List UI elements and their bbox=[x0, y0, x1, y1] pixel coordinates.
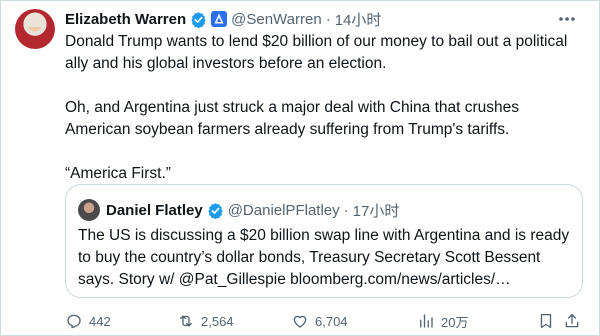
like-button[interactable]: 6,704 bbox=[291, 311, 348, 331]
views-icon bbox=[420, 314, 433, 328]
quote-line: The US is discussing a $20 billion swap … bbox=[78, 227, 570, 244]
reply-icon bbox=[67, 314, 81, 329]
retweet-count: 2,564 bbox=[201, 313, 234, 329]
quote-separator: · bbox=[343, 201, 349, 219]
tweet-line: American soybean farmers already sufferi… bbox=[65, 121, 510, 138]
quote-line: says. Story w/ @Pat_Gillespie bloomberg.… bbox=[78, 271, 511, 288]
views-button[interactable]: 20万 bbox=[417, 311, 468, 331]
views-count: 20万 bbox=[441, 314, 469, 330]
bookmark-icon bbox=[540, 313, 552, 329]
more-icon[interactable] bbox=[557, 11, 577, 27]
tweet-line: Oh, and Argentina just struck a major de… bbox=[65, 99, 520, 116]
like-count: 6,704 bbox=[315, 313, 348, 329]
reply-button[interactable]: 442 bbox=[65, 311, 111, 331]
quote-avatar[interactable] bbox=[78, 199, 100, 221]
avatar[interactable] bbox=[15, 9, 55, 49]
quote-author-name[interactable]: Daniel Flatley bbox=[106, 202, 203, 219]
timestamp[interactable]: 14小时 bbox=[335, 9, 382, 30]
government-icon bbox=[211, 11, 228, 27]
quote-text: The US is discussing a $20 billion swap … bbox=[78, 225, 578, 291]
share-icon bbox=[565, 313, 579, 328]
verified-icon bbox=[208, 202, 223, 219]
share-button[interactable] bbox=[563, 311, 581, 331]
tweet-text: Donald Trump wants to lend $20 billion o… bbox=[65, 31, 585, 185]
tweet-line: ally and his global investors before an … bbox=[65, 55, 387, 72]
quote-author-handle[interactable]: @DanielPFlatley bbox=[228, 202, 340, 219]
author-name[interactable]: Elizabeth Warren bbox=[65, 11, 186, 28]
quote-header: Daniel Flatley @DanielPFlatley · 17小时 bbox=[106, 199, 399, 221]
tweet-line: “America First.” bbox=[65, 165, 171, 182]
retweet-icon bbox=[180, 315, 192, 327]
quoted-tweet[interactable]: Daniel Flatley @DanielPFlatley · 17小时 Th… bbox=[65, 184, 583, 298]
like-icon bbox=[293, 315, 307, 328]
quote-line: to buy the country’s dollar bonds, Treas… bbox=[78, 249, 541, 266]
tweet-card: Elizabeth Warren @SenWarren · 14小时 Donal… bbox=[0, 0, 600, 336]
verified-icon bbox=[191, 11, 206, 28]
tweet-line: Donald Trump wants to lend $20 billion o… bbox=[65, 33, 568, 50]
quote-timestamp[interactable]: 17小时 bbox=[353, 200, 400, 221]
reply-count: 442 bbox=[89, 313, 111, 329]
action-bar: 442 2,564 6,704 20万 bbox=[65, 311, 585, 331]
retweet-button[interactable]: 2,564 bbox=[177, 311, 234, 331]
author-handle[interactable]: @SenWarren bbox=[231, 11, 322, 28]
bookmark-button[interactable] bbox=[537, 311, 555, 331]
header-separator: · bbox=[325, 10, 331, 28]
tweet-header: Elizabeth Warren @SenWarren · 14小时 bbox=[65, 9, 381, 29]
